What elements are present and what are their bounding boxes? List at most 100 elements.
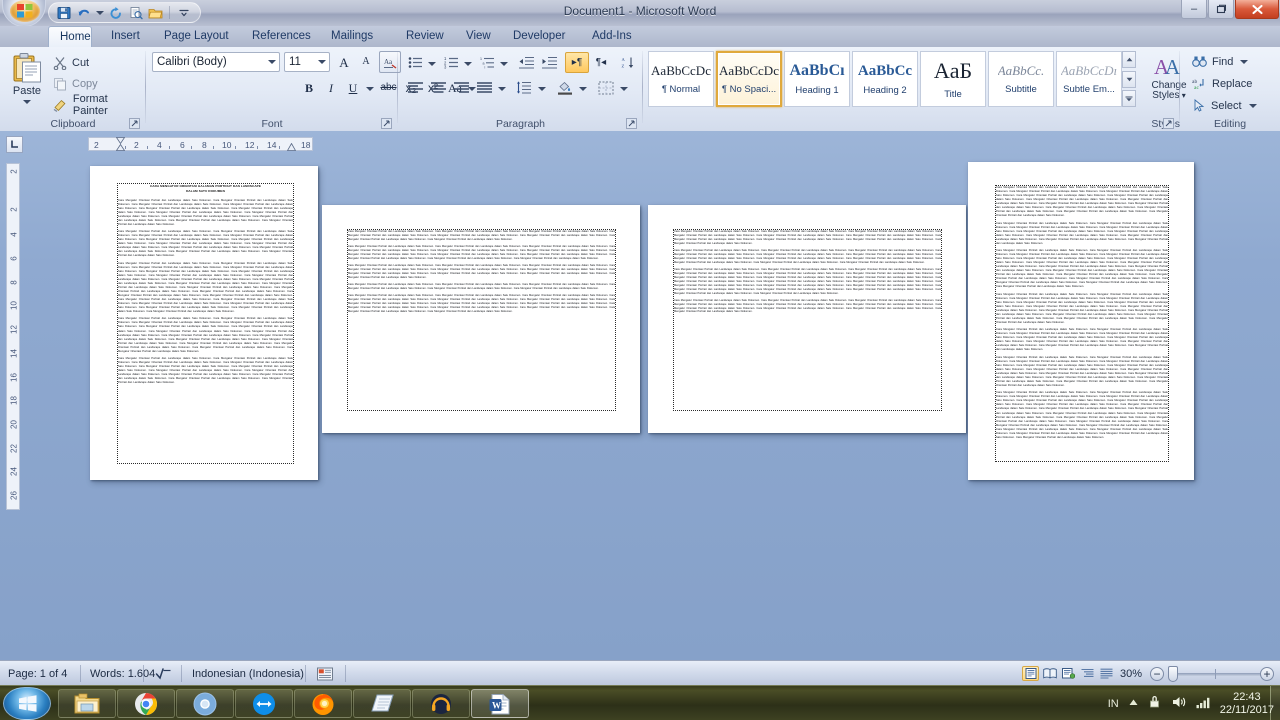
tab-insert[interactable]: Insert [100,26,151,47]
undo-dropdown-icon[interactable] [95,4,104,21]
copy-button[interactable]: Copy [52,75,99,93]
quick-access-toolbar[interactable] [48,2,201,23]
rtl-text-direction-button[interactable]: ¶◂ [589,52,613,73]
clock[interactable]: 22:43 22/11/2017 [1220,691,1274,717]
taskbar-chromium[interactable] [176,689,234,718]
page-indicator[interactable]: Page: 1 of 4 [8,661,67,686]
minimize-button[interactable]: – [1181,0,1207,19]
show-hidden-icons-button[interactable] [1128,698,1139,710]
open-icon[interactable] [147,4,164,21]
grow-font-button[interactable]: A [334,52,354,72]
first-line-indent-marker[interactable] [116,137,125,144]
numbering-button[interactable]: 123 [440,52,462,73]
language-indicator-tray[interactable]: IN [1108,698,1119,710]
tab-review[interactable]: Review [395,26,455,47]
numbering-dropdown[interactable] [462,52,473,73]
ltr-text-direction-button[interactable]: ▸¶ [565,52,589,73]
page-3-text-area[interactable]: Cara Mengatur Orientasi Portrait dan Lan… [673,229,942,411]
close-button[interactable] [1235,0,1279,19]
print-layout-view[interactable] [1022,666,1039,681]
tab-references[interactable]: References [241,26,322,47]
multilevel-list-button[interactable]: 1 a i [476,52,498,73]
style-subtitle[interactable]: AaBbCc. Subtitle [988,51,1054,107]
clipboard-dialog-launcher[interactable] [129,118,140,129]
restore-button[interactable] [1208,0,1234,19]
styles-dialog-launcher[interactable] [1163,118,1174,129]
bold-button[interactable]: B [298,77,320,98]
replace-button[interactable]: ab ac Replace [1188,74,1256,93]
multilevel-dropdown[interactable] [498,52,509,73]
taskbar-mozilla-firefox[interactable] [294,689,352,718]
chevron-down-icon[interactable] [265,60,279,64]
select-dropdown-icon[interactable] [1248,103,1257,108]
style-no-spacing[interactable]: AaBbCcDc ¶ No Spaci... [716,51,782,107]
customize-qat-icon[interactable] [175,4,192,21]
sort-button[interactable]: A Z [617,52,639,73]
bullets-button[interactable] [404,52,426,73]
find-button[interactable]: Find [1188,52,1252,71]
styles-more-icon[interactable] [1122,90,1136,107]
zoom-slider-thumb[interactable] [1168,666,1178,682]
shrink-font-button[interactable]: A [356,52,376,72]
italic-button[interactable]: I [320,77,342,98]
style-title[interactable]: AaБ Title [920,51,986,107]
zoom-in-button[interactable]: + [1260,667,1274,681]
taskbar-windows-explorer[interactable] [58,689,116,718]
align-left-button[interactable] [404,77,427,98]
align-center-button[interactable] [427,77,450,98]
volume-icon[interactable] [1172,695,1187,712]
borders-dropdown[interactable] [618,77,629,98]
spell-check-icon[interactable] [155,661,173,686]
zoom-slider-track[interactable] [1170,673,1262,676]
hanging-indent-marker[interactable] [116,144,125,151]
select-button[interactable]: Select [1188,96,1261,115]
tab-view[interactable]: View [455,26,502,47]
document-page-3[interactable]: Cara Mengatur Orientasi Portrait dan Lan… [648,205,966,433]
decrease-indent-button[interactable] [515,52,538,73]
outline-view[interactable] [1079,666,1096,681]
styles-scroll-down-icon[interactable] [1122,70,1136,88]
document-page-1[interactable]: CARA MENGATUR ORIENTASI HALAMAN PORTRAIT… [90,166,318,480]
taskbar-microsoft-word[interactable]: W [471,689,529,718]
paragraph-dialog-launcher[interactable] [626,118,637,129]
document-page-4[interactable]: Cara Mengatur Orientasi Portrait dan Lan… [968,162,1194,480]
align-right-button[interactable] [450,77,473,98]
justify-button[interactable] [473,77,496,98]
network-icon[interactable] [1196,696,1211,712]
print-preview-icon[interactable] [127,4,144,21]
styles-scroll-up-icon[interactable] [1122,51,1136,68]
tab-home[interactable]: Home [48,26,92,47]
redo-icon[interactable] [107,4,124,21]
action-center-icon[interactable] [1148,695,1163,713]
taskbar-google-chrome[interactable] [117,689,175,718]
taskbar-audio-player[interactable] [412,689,470,718]
start-button[interactable] [3,687,51,720]
style-heading-2[interactable]: AaBbCc Heading 2 [852,51,918,107]
borders-button[interactable] [594,77,618,98]
page-2-text-area[interactable]: Cara Mengatur Orientasi Portrait dan Lan… [347,229,616,411]
show-desktop-button[interactable] [1270,686,1280,720]
justify-dropdown[interactable] [496,77,507,98]
styles-gallery-scroll[interactable] [1122,51,1136,107]
tab-selector-button[interactable] [6,136,23,153]
paste-dropdown-icon[interactable] [23,100,31,104]
undo-icon[interactable] [75,4,92,21]
paste-button[interactable]: Paste [6,51,48,113]
format-painter-button[interactable]: Format Painter [52,93,146,117]
cut-button[interactable]: Cut [52,54,90,72]
save-icon[interactable] [55,4,72,21]
language-indicator[interactable]: Indonesian (Indonesia) [192,661,304,686]
right-indent-marker[interactable] [287,143,296,151]
record-macro-icon[interactable] [317,661,333,686]
draft-view[interactable] [1098,666,1115,681]
underline-button[interactable]: U [342,77,364,98]
office-button[interactable] [2,0,46,27]
increase-indent-button[interactable] [538,52,561,73]
page-4-text-area[interactable]: Cara Mengatur Orientasi Portrait dan Lan… [995,185,1169,462]
style-subtle-emphasis[interactable]: AaBbCcDı Subtle Em... [1056,51,1122,107]
font-size-combo[interactable]: 11 [284,52,330,72]
zoom-level[interactable]: 30% [1120,661,1142,686]
underline-dropdown[interactable] [364,77,376,98]
line-spacing-dropdown[interactable] [536,77,547,98]
tab-add-ins[interactable]: Add-Ins [581,26,643,47]
